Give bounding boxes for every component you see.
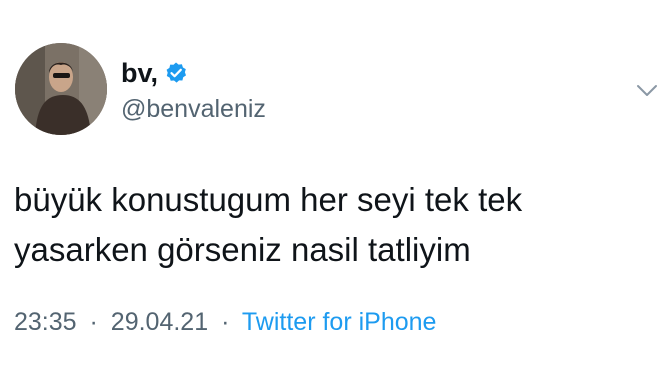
tweet-text-line: büyük konustugum her seyi tek tek — [14, 181, 523, 218]
tweet-source-link[interactable]: Twitter for iPhone — [242, 308, 437, 336]
meta-separator: · — [89, 308, 98, 336]
chevron-down-icon[interactable] — [636, 84, 658, 98]
tweet-card: bv, @benvaleniz büyük konustugum her sey… — [0, 0, 672, 378]
user-handle[interactable]: @benvaleniz — [121, 95, 266, 124]
display-name[interactable]: bv, — [121, 58, 158, 89]
verified-badge-icon — [164, 61, 188, 85]
name-row: bv, — [121, 57, 188, 89]
tweet-text: büyük konustugum her seyi tek tek yasark… — [14, 175, 654, 275]
meta-separator: · — [221, 308, 230, 336]
avatar[interactable] — [15, 43, 107, 135]
tweet-meta: 23:35 · 29.04.21 · Twitter for iPhone — [14, 308, 436, 337]
profile-photo-icon — [15, 43, 107, 135]
tweet-date[interactable]: 29.04.21 — [111, 308, 208, 336]
tweet-text-line: yasarken görseniz nasil tatliyim — [14, 231, 471, 268]
tweet-time[interactable]: 23:35 — [14, 308, 77, 336]
